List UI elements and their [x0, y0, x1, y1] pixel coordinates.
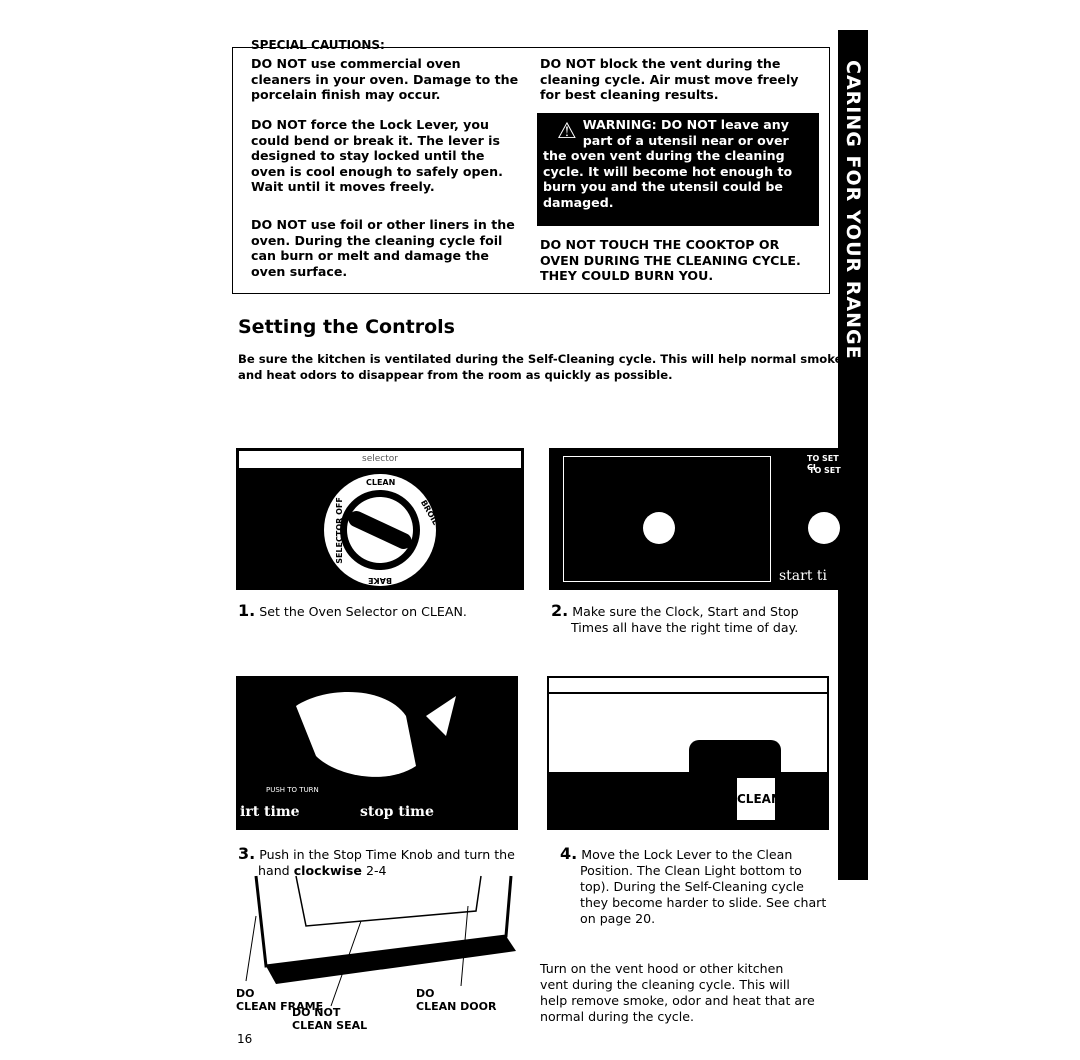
warning-box: ⚠ WARNING: DO NOT leave any part of a ut… [537, 113, 819, 226]
lock-lever-figure: CLEAN [547, 676, 829, 830]
step-text: Make sure the Clock, Start and Stop Time… [571, 604, 799, 635]
step-1: 1. Set the Oven Selector on CLEAN. [238, 603, 467, 620]
intro-paragraph: Be sure the kitchen is ventilated during… [238, 352, 843, 382]
selector-figure: selector CLEAN BROIL BAKE SELECTOR OFF [236, 448, 524, 590]
cautions-title: SPECIAL CAUTIONS: [251, 38, 385, 52]
label-clean-door: DO CLEAN DOOR [416, 987, 497, 1013]
stop-time-knob-figure: PUSH TO TURN irt time stop time [236, 676, 518, 830]
push-to-turn-label: PUSH TO TURN [266, 786, 319, 794]
caution-foil: DO NOT use foil or other liners in the o… [251, 217, 515, 279]
caution-commercial-cleaners: DO NOT use commercial oven cleaners in y… [251, 56, 519, 102]
dial-selector-off-label: SELECTOR OFF [334, 497, 344, 564]
label-clean-seal: DO NOT CLEAN SEAL [292, 1006, 368, 1032]
warning-triangle-icon: ⚠ [557, 119, 577, 144]
page-number: 16 [237, 1032, 253, 1046]
caution-lock-lever: DO NOT force the Lock Lever, you could b… [251, 117, 503, 194]
clock-figure: TO SET CI TO SET start ti [549, 448, 847, 590]
hand-illustration [296, 692, 416, 777]
lock-lever[interactable]: CLEAN [737, 778, 781, 820]
dial-clean-label: CLEAN [366, 478, 396, 487]
step-number: 3. [238, 844, 256, 863]
dial-bake-label: BAKE [368, 576, 392, 585]
clock-label-2: TO SET [809, 466, 841, 475]
step-text: Set the Oven Selector on CLEAN. [259, 604, 467, 619]
step-number: 1. [238, 601, 256, 620]
start-time-label: irt time [240, 804, 300, 820]
caution-cooktop: DO NOT TOUCH THE COOKTOP OR OVEN DURING … [540, 237, 801, 283]
warning-text: WARNING: DO NOT leave any part of a uten… [543, 117, 793, 210]
step-2: 2. Make sure the Clock, Start and Stop T… [551, 603, 831, 636]
vent-note: Turn on the vent hood or other kitchen v… [540, 961, 815, 1024]
step-number: 4. [560, 844, 578, 863]
stop-time-label: stop time [360, 804, 434, 820]
arrow-clockwise-icon [426, 696, 456, 736]
step-4: 4. Move the Lock Lever to the Clean Posi… [560, 846, 830, 927]
step-text: Move the Lock Lever to the Clean Positio… [580, 847, 827, 926]
clock-start-label: start ti [779, 568, 828, 584]
side-tab-label: CARING FOR YOUR RANGE [842, 60, 864, 360]
step-number: 2. [551, 601, 569, 620]
section-title: Setting the Controls [238, 316, 455, 338]
clock-dial [643, 512, 675, 544]
caution-vent: DO NOT block the vent during the cleanin… [540, 56, 799, 102]
